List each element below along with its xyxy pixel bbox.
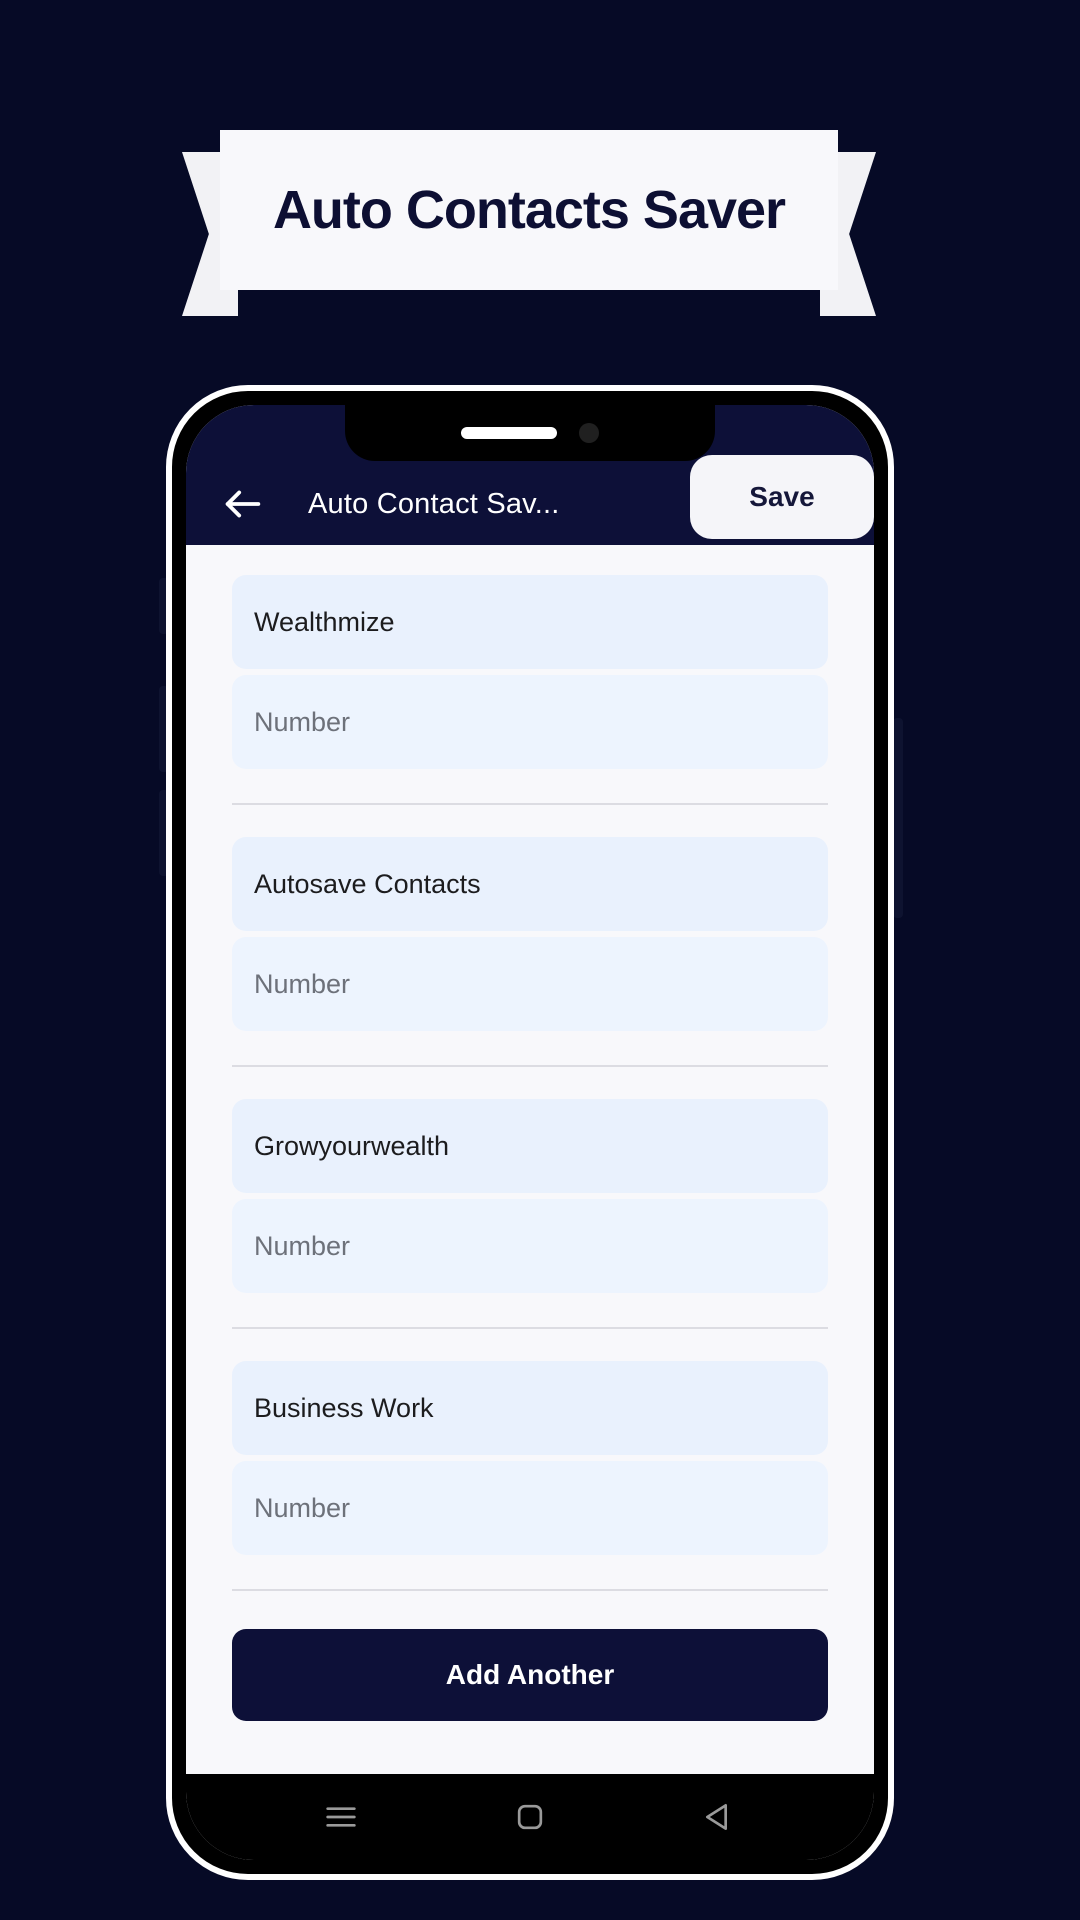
save-button[interactable]: Save <box>690 455 874 539</box>
group-divider-4 <box>232 1589 828 1591</box>
group-divider-2 <box>232 1065 828 1067</box>
contact-name-input-3[interactable]: Growyourwealth <box>232 1099 828 1193</box>
contact-group-4: Business Work Number <box>232 1355 828 1561</box>
group-divider-3 <box>232 1327 828 1329</box>
group-divider-1 <box>232 803 828 805</box>
contact-name-input-2[interactable]: Autosave Contacts <box>232 837 828 931</box>
app-header-row: Auto Contact Sav... Save <box>186 455 874 545</box>
back-triangle-icon[interactable] <box>699 1797 739 1837</box>
poster-canvas: Auto Contacts Saver Auto Contact Sav... … <box>0 0 1080 1920</box>
phone-bezel: Auto Contact Sav... Save Wealthmize Numb… <box>186 405 874 1860</box>
home-square-icon[interactable] <box>510 1797 550 1837</box>
banner-body: Auto Contacts Saver <box>220 130 838 290</box>
contact-number-input-1[interactable]: Number <box>232 675 828 769</box>
menu-icon[interactable] <box>321 1797 361 1837</box>
ribbon-banner: Auto Contacts Saver <box>182 130 876 316</box>
contact-number-input-3[interactable]: Number <box>232 1199 828 1293</box>
form-content: Wealthmize Number Autosave Contacts Numb… <box>186 545 874 1774</box>
phone-screen: Auto Contact Sav... Save Wealthmize Numb… <box>186 405 874 1860</box>
phone-mockup: Auto Contact Sav... Save Wealthmize Numb… <box>166 385 894 1880</box>
app-header-title: Auto Contact Sav... <box>308 487 560 520</box>
contact-number-input-2[interactable]: Number <box>232 937 828 1031</box>
contact-group-3: Growyourwealth Number <box>232 1093 828 1299</box>
contact-group-1: Wealthmize Number <box>232 569 828 775</box>
android-nav-bar <box>186 1774 874 1860</box>
add-another-button[interactable]: Add Another <box>232 1629 828 1721</box>
phone-notch <box>345 405 715 461</box>
contact-group-2: Autosave Contacts Number <box>232 831 828 1037</box>
speaker-grill-icon <box>461 427 557 439</box>
front-camera-icon <box>579 423 599 443</box>
page-title: Auto Contacts Saver <box>272 180 786 240</box>
contact-number-input-4[interactable]: Number <box>232 1461 828 1555</box>
arrow-left-icon[interactable] <box>220 481 266 527</box>
phone-side-button-power <box>893 718 903 918</box>
contact-name-input-4[interactable]: Business Work <box>232 1361 828 1455</box>
contact-name-input-1[interactable]: Wealthmize <box>232 575 828 669</box>
